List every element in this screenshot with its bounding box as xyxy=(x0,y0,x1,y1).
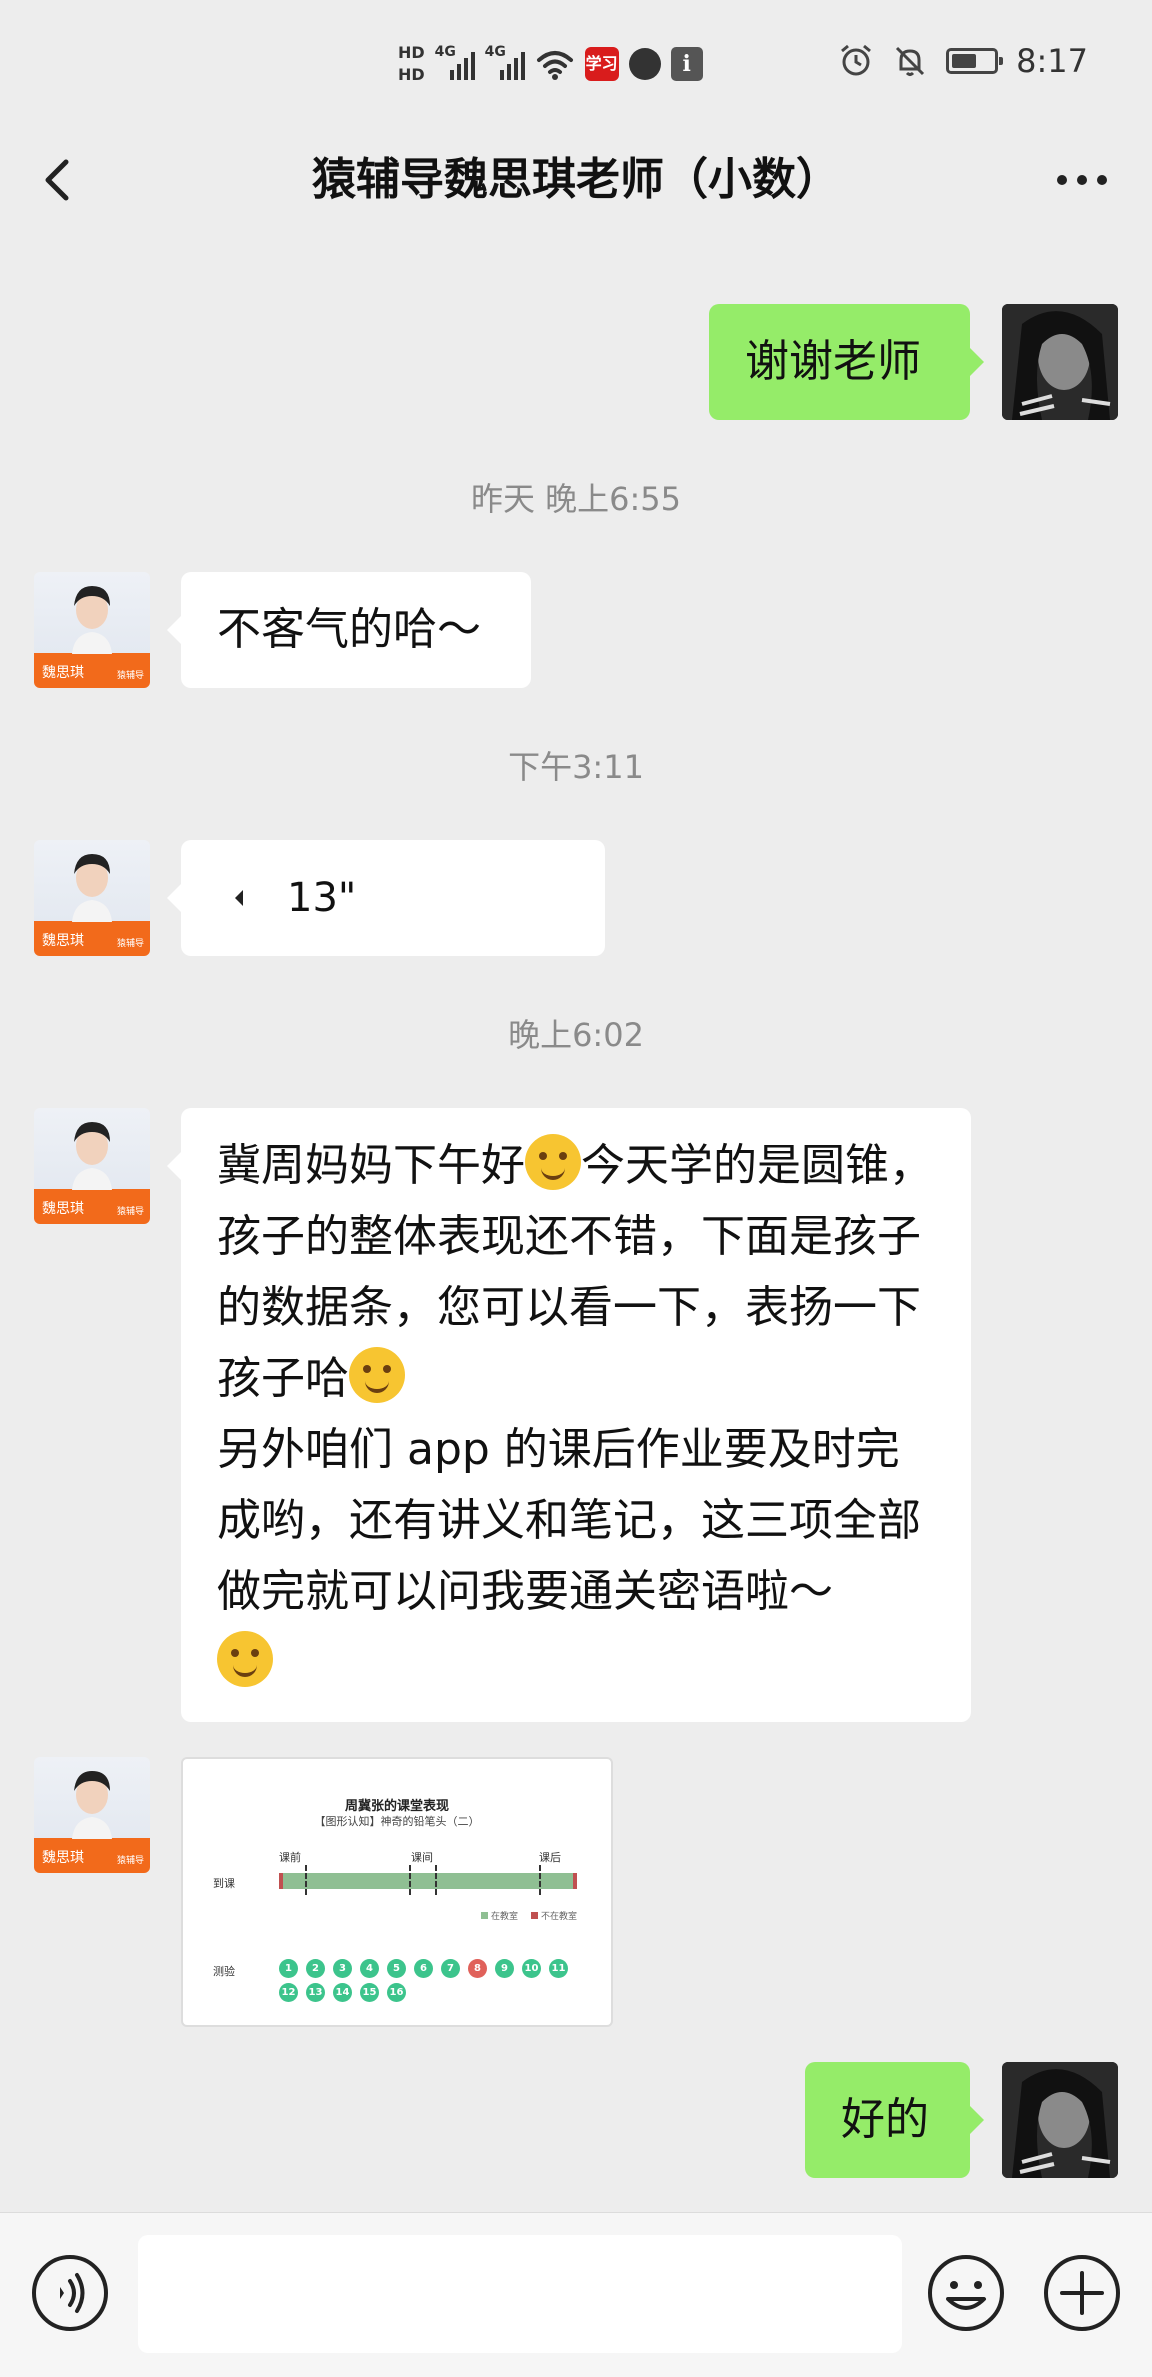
chat-title: 猿辅导魏思琪老师（小数） xyxy=(312,154,840,205)
phase-after-label: 课后 xyxy=(539,1851,561,1864)
smile-emoji-icon xyxy=(525,1134,581,1190)
timeline-tick xyxy=(409,1865,413,1895)
quiz-dot: 4 xyxy=(360,1959,379,1978)
chevron-left-icon[interactable] xyxy=(28,150,88,210)
app-notification-icon: i xyxy=(670,47,703,81)
image-subtitle: 【图形认知】神奇的铅笔头（二） xyxy=(314,1815,480,1828)
timeline-tick xyxy=(305,1865,309,1895)
message-input[interactable] xyxy=(138,2235,902,2353)
quiz-dot: 7 xyxy=(441,1959,460,1978)
legend-out: 不在教室 xyxy=(531,1909,577,1922)
status-bar: HD HD 4G 4G 学习 i 8:17 xyxy=(0,0,1152,130)
avatar-name: 魏思琪 xyxy=(42,1850,84,1866)
hd-indicator: HD HD xyxy=(398,42,425,86)
input-bar xyxy=(0,2212,1152,2377)
more-dots-icon[interactable] xyxy=(1050,150,1114,210)
alarm-icon xyxy=(841,44,872,76)
app-notification-icon xyxy=(628,48,661,80)
timeline-tick xyxy=(435,1865,439,1895)
avatar-teacher[interactable]: 魏思琪 猿辅导 xyxy=(34,1108,150,1224)
avatar-badge: 猿辅导 xyxy=(116,939,144,949)
plus-icon[interactable] xyxy=(1042,2253,1122,2333)
legend-in-label: 在教室 xyxy=(491,1912,519,1922)
message-text: 冀周妈妈下午好 xyxy=(217,1140,525,1191)
avatar-name: 魏思琪 xyxy=(42,665,84,681)
image-title: 周冀张的课堂表现 xyxy=(344,1799,449,1814)
quiz-dot: 6 xyxy=(414,1959,433,1978)
quiz-dot: 12 xyxy=(279,1983,298,2002)
message-bubble-other[interactable]: 冀周妈妈下午好 今天学的是圆锥，孩子的整体表现还不错，下面是孩子的数据条，您可以看… xyxy=(167,1108,971,1722)
quiz-dot: 5 xyxy=(387,1959,406,1978)
message-bubble-self[interactable]: 好的 xyxy=(805,2062,984,2178)
status-bar-left: HD HD 4G 4G 学习 i xyxy=(398,34,703,94)
hug-emoji-icon xyxy=(349,1347,405,1403)
signal-icon: 4G xyxy=(435,44,475,84)
message-text: 另外咱们 app 的课后作业要及时完成哟，还有讲义和笔记，这三项全部做完就可以问… xyxy=(217,1424,921,1617)
mute-bell-icon xyxy=(896,46,925,76)
message-bubble-other[interactable]: 不客气的哈～ xyxy=(167,572,531,688)
quiz-label: 测验 xyxy=(213,1965,235,1978)
hd2-label: HD xyxy=(398,65,425,84)
image-message[interactable]: 周冀张的课堂表现 【图形认知】神奇的铅笔头（二） 到课 课前 课间 课后 在教室… xyxy=(181,1757,613,2027)
avatar-badge: 猿辅导 xyxy=(116,1207,144,1217)
timestamp: 晚上6:02 xyxy=(508,1016,644,1054)
avatar-teacher[interactable]: 魏思琪 猿辅导 xyxy=(34,1757,150,1873)
avatar-name: 魏思琪 xyxy=(42,1201,84,1217)
quiz-dot: 1 xyxy=(279,1959,298,1978)
avatar-teacher[interactable]: 魏思琪 猿辅导 xyxy=(34,840,150,956)
signal-icon: 4G xyxy=(485,44,525,84)
avatar-self[interactable] xyxy=(1002,304,1118,420)
attendance-label: 到课 xyxy=(213,1877,235,1890)
emoji-icon[interactable] xyxy=(926,2253,1006,2333)
quiz-dot: 9 xyxy=(495,1959,514,1978)
legend-out-label: 不在教室 xyxy=(541,1912,578,1922)
timestamp: 昨天 晚上6:55 xyxy=(470,480,682,518)
quiz-dot: 3 xyxy=(333,1959,352,1978)
quiz-dot: 13 xyxy=(306,1983,325,2002)
quiz-dot: 2 xyxy=(306,1959,325,1978)
app-notification-icon: 学习 xyxy=(584,47,619,81)
quiz-dot: 8 xyxy=(468,1959,487,1978)
status-time: 8:17 xyxy=(1016,42,1088,80)
hd1-label: HD xyxy=(398,43,425,62)
battery-icon xyxy=(946,48,1004,74)
avatar-teacher[interactable]: 魏思琪 猿辅导 xyxy=(34,572,150,688)
avatar-name: 魏思琪 xyxy=(42,933,84,949)
legend-in: 在教室 xyxy=(481,1909,518,1922)
quiz-dot: 10 xyxy=(522,1959,541,1978)
voice-play-icon xyxy=(235,890,243,906)
message-text: 谢谢老师 xyxy=(745,336,921,387)
quiz-dot: 16 xyxy=(387,1983,406,2002)
quiz-dot: 15 xyxy=(360,1983,379,2002)
nav-bar: 猿辅导魏思琪老师（小数） xyxy=(0,130,1152,245)
phase-during-label: 课间 xyxy=(411,1851,433,1864)
smile-emoji-icon xyxy=(217,1631,273,1687)
quiz-dot: 14 xyxy=(333,1983,352,2002)
timestamp: 下午3:11 xyxy=(508,748,644,786)
message-text: 不客气的哈～ xyxy=(217,604,481,655)
wifi-icon xyxy=(536,51,573,80)
message-bubble-self[interactable]: 谢谢老师 xyxy=(709,304,984,420)
timeline-tick xyxy=(539,1865,543,1895)
avatar-badge: 猿辅导 xyxy=(116,1856,144,1866)
phase-before-label: 课前 xyxy=(279,1851,301,1864)
voice-duration: 13" xyxy=(287,875,357,921)
avatar-self[interactable] xyxy=(1002,2062,1118,2178)
status-bar-right: 8:17 xyxy=(838,42,1088,80)
attendance-bar xyxy=(279,1873,577,1889)
quiz-dot: 11 xyxy=(549,1959,568,1978)
message-text: 好的 xyxy=(841,2094,929,2145)
voice-icon[interactable] xyxy=(30,2253,110,2333)
avatar-badge: 猿辅导 xyxy=(116,671,144,681)
voice-message-bubble[interactable]: 13" xyxy=(167,840,605,956)
